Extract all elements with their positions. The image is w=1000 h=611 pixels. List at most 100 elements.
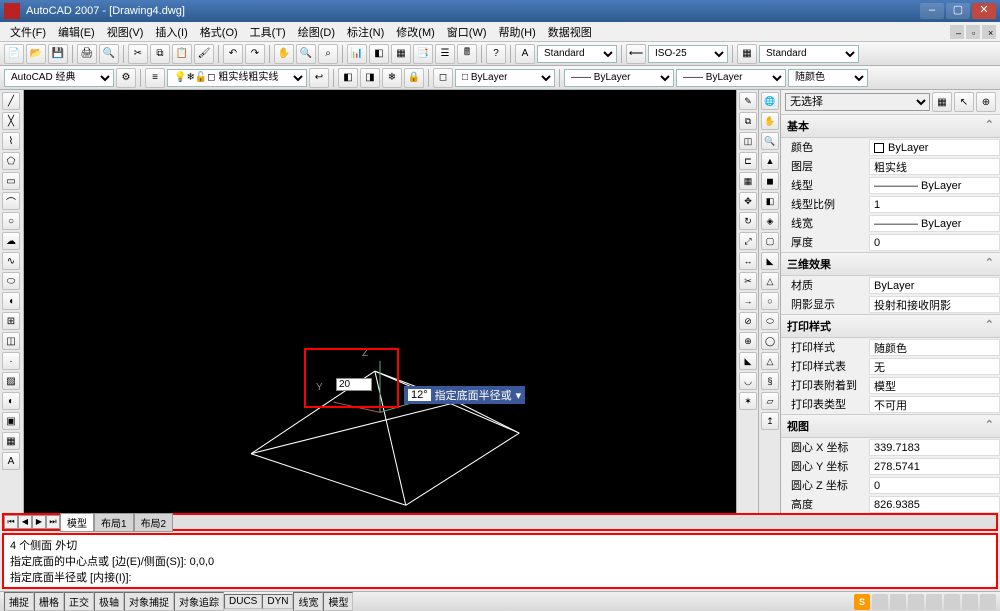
- menu-file[interactable]: 文件(F): [4, 22, 52, 42]
- xline-icon[interactable]: ╳: [2, 112, 20, 130]
- dynamic-input[interactable]: 20: [336, 378, 372, 391]
- hatch-icon[interactable]: ▨: [2, 372, 20, 390]
- menu-dataview[interactable]: 数据视图: [542, 22, 598, 42]
- help-icon[interactable]: ?: [486, 44, 506, 64]
- tray-icon-6[interactable]: [962, 594, 978, 610]
- textstyle-select[interactable]: Standard: [537, 45, 617, 63]
- quickselect-icon[interactable]: ▦: [932, 92, 952, 112]
- dropdown-icon[interactable]: ▾: [516, 389, 522, 402]
- prop-cz-value[interactable]: 0: [869, 477, 1000, 494]
- tab-last-button[interactable]: ⏭: [46, 515, 60, 529]
- status-otrace[interactable]: 对象追踪: [174, 592, 224, 611]
- status-ducs[interactable]: DUCS: [224, 594, 262, 609]
- array-icon[interactable]: ▦: [739, 172, 757, 190]
- spline-icon[interactable]: ∿: [2, 252, 20, 270]
- prop-pattach-value[interactable]: 模型: [869, 377, 1000, 394]
- new-icon[interactable]: 📄: [4, 44, 24, 64]
- ellipsearc-icon[interactable]: ◖: [2, 292, 20, 310]
- 3dpan-icon[interactable]: ✋: [761, 112, 779, 130]
- offset-icon[interactable]: ⊏: [739, 152, 757, 170]
- prop-h-value[interactable]: 826.9385: [869, 496, 1000, 513]
- cut-icon[interactable]: ✂: [128, 44, 148, 64]
- preview-icon[interactable]: 🔍: [99, 44, 119, 64]
- copy2-icon[interactable]: ⧉: [739, 112, 757, 130]
- section-basic[interactable]: 基本⌃: [781, 114, 1000, 138]
- tab-first-button[interactable]: ⏮: [4, 515, 18, 529]
- viewfront-icon[interactable]: ◼: [761, 172, 779, 190]
- layerprev-icon[interactable]: ↩: [309, 68, 329, 88]
- arc-icon[interactable]: ⌒: [2, 192, 20, 210]
- prop-layer-value[interactable]: 粗实线: [869, 158, 1000, 175]
- polygon-icon[interactable]: ⬠: [2, 152, 20, 170]
- mtext-icon[interactable]: A: [2, 452, 20, 470]
- copy-icon[interactable]: ⧉: [150, 44, 170, 64]
- prop-mat-value[interactable]: ByLayer: [869, 277, 1000, 294]
- menu-view[interactable]: 视图(V): [101, 22, 150, 42]
- tray-icon-3[interactable]: [908, 594, 924, 610]
- pline-icon[interactable]: ⌇: [2, 132, 20, 150]
- prop-lscale-value[interactable]: 1: [869, 196, 1000, 213]
- mdi-restore-button[interactable]: ▫: [966, 25, 980, 39]
- viewiso-icon[interactable]: ◈: [761, 212, 779, 230]
- prop-ltype-value[interactable]: ———— ByLayer: [869, 177, 1000, 194]
- status-polar[interactable]: 极轴: [94, 592, 124, 611]
- menu-draw[interactable]: 绘图(D): [292, 22, 341, 42]
- status-model[interactable]: 模型: [323, 592, 353, 611]
- workspace-select[interactable]: AutoCAD 经典: [4, 69, 114, 87]
- zoom-icon[interactable]: 🔍: [296, 44, 316, 64]
- move-icon[interactable]: ✥: [739, 192, 757, 210]
- region-icon[interactable]: ▣: [2, 412, 20, 430]
- insert-icon[interactable]: ⊞: [2, 312, 20, 330]
- layeriso-icon[interactable]: ◧: [338, 68, 358, 88]
- circle-icon[interactable]: ○: [2, 212, 20, 230]
- status-lwt[interactable]: 线宽: [293, 592, 323, 611]
- close-button[interactable]: ✕: [972, 3, 996, 19]
- props-icon[interactable]: 📊: [347, 44, 367, 64]
- 3dorbit-icon[interactable]: 🌐: [761, 92, 779, 110]
- ellipse-icon[interactable]: ⬭: [2, 272, 20, 290]
- linetype-select[interactable]: —— ByLayer: [564, 69, 674, 87]
- layerlck-icon[interactable]: 🔒: [404, 68, 424, 88]
- 3dzoom-icon[interactable]: 🔍: [761, 132, 779, 150]
- cylinder-icon[interactable]: ⬭: [761, 312, 779, 330]
- rect-icon[interactable]: ▭: [2, 172, 20, 190]
- tab-next-button[interactable]: ▶: [32, 515, 46, 529]
- menu-window[interactable]: 窗口(W): [441, 22, 493, 42]
- prop-ptype-value[interactable]: 不可用: [869, 396, 1000, 413]
- helix-icon[interactable]: §: [761, 372, 779, 390]
- tray-icon-5[interactable]: [944, 594, 960, 610]
- block-icon[interactable]: ◫: [2, 332, 20, 350]
- open-icon[interactable]: 📂: [26, 44, 46, 64]
- revcloud-icon[interactable]: ☁: [2, 232, 20, 250]
- minimize-button[interactable]: –: [920, 3, 944, 19]
- color-select[interactable]: □ ByLayer: [455, 69, 555, 87]
- match-icon[interactable]: 🖌: [194, 44, 214, 64]
- status-osnap[interactable]: 对象捕捉: [124, 592, 174, 611]
- tab-layout2[interactable]: 布局2: [134, 513, 174, 532]
- calc-icon[interactable]: 🖩: [457, 44, 477, 64]
- gradient-icon[interactable]: ◐: [2, 392, 20, 410]
- status-grid[interactable]: 栅格: [34, 592, 64, 611]
- explode-icon[interactable]: ✶: [739, 392, 757, 410]
- layeroff-icon[interactable]: ◨: [360, 68, 380, 88]
- dimstyle-select[interactable]: ISO-25: [648, 45, 728, 63]
- menu-dim[interactable]: 标注(N): [341, 22, 390, 42]
- cone-icon[interactable]: △: [761, 272, 779, 290]
- wedge-icon[interactable]: ◣: [761, 252, 779, 270]
- prop-pstyle-value[interactable]: 随颜色: [869, 339, 1000, 356]
- section-print[interactable]: 打印样式⌃: [781, 314, 1000, 338]
- textstyle-icon[interactable]: A: [515, 44, 535, 64]
- status-dyn[interactable]: DYN: [262, 594, 293, 609]
- stretch-icon[interactable]: ↔: [739, 252, 757, 270]
- extrude-icon[interactable]: ↥: [761, 412, 779, 430]
- prop-color-value[interactable]: ByLayer: [869, 139, 1000, 156]
- join-icon[interactable]: ⊕: [739, 332, 757, 350]
- menu-modify[interactable]: 修改(M): [390, 22, 441, 42]
- undo-icon[interactable]: ↶: [223, 44, 243, 64]
- zoomwin-icon[interactable]: ⌕: [318, 44, 338, 64]
- selectobj-icon[interactable]: ↖: [954, 92, 974, 112]
- prop-cy-value[interactable]: 278.5741: [869, 458, 1000, 475]
- extend-icon[interactable]: →: [739, 292, 757, 310]
- command-window[interactable]: 4 个侧面 外切 指定底面的中心点或 [边(E)/侧面(S)]: 0,0,0 指…: [2, 533, 998, 589]
- line-icon[interactable]: ╱: [2, 92, 20, 110]
